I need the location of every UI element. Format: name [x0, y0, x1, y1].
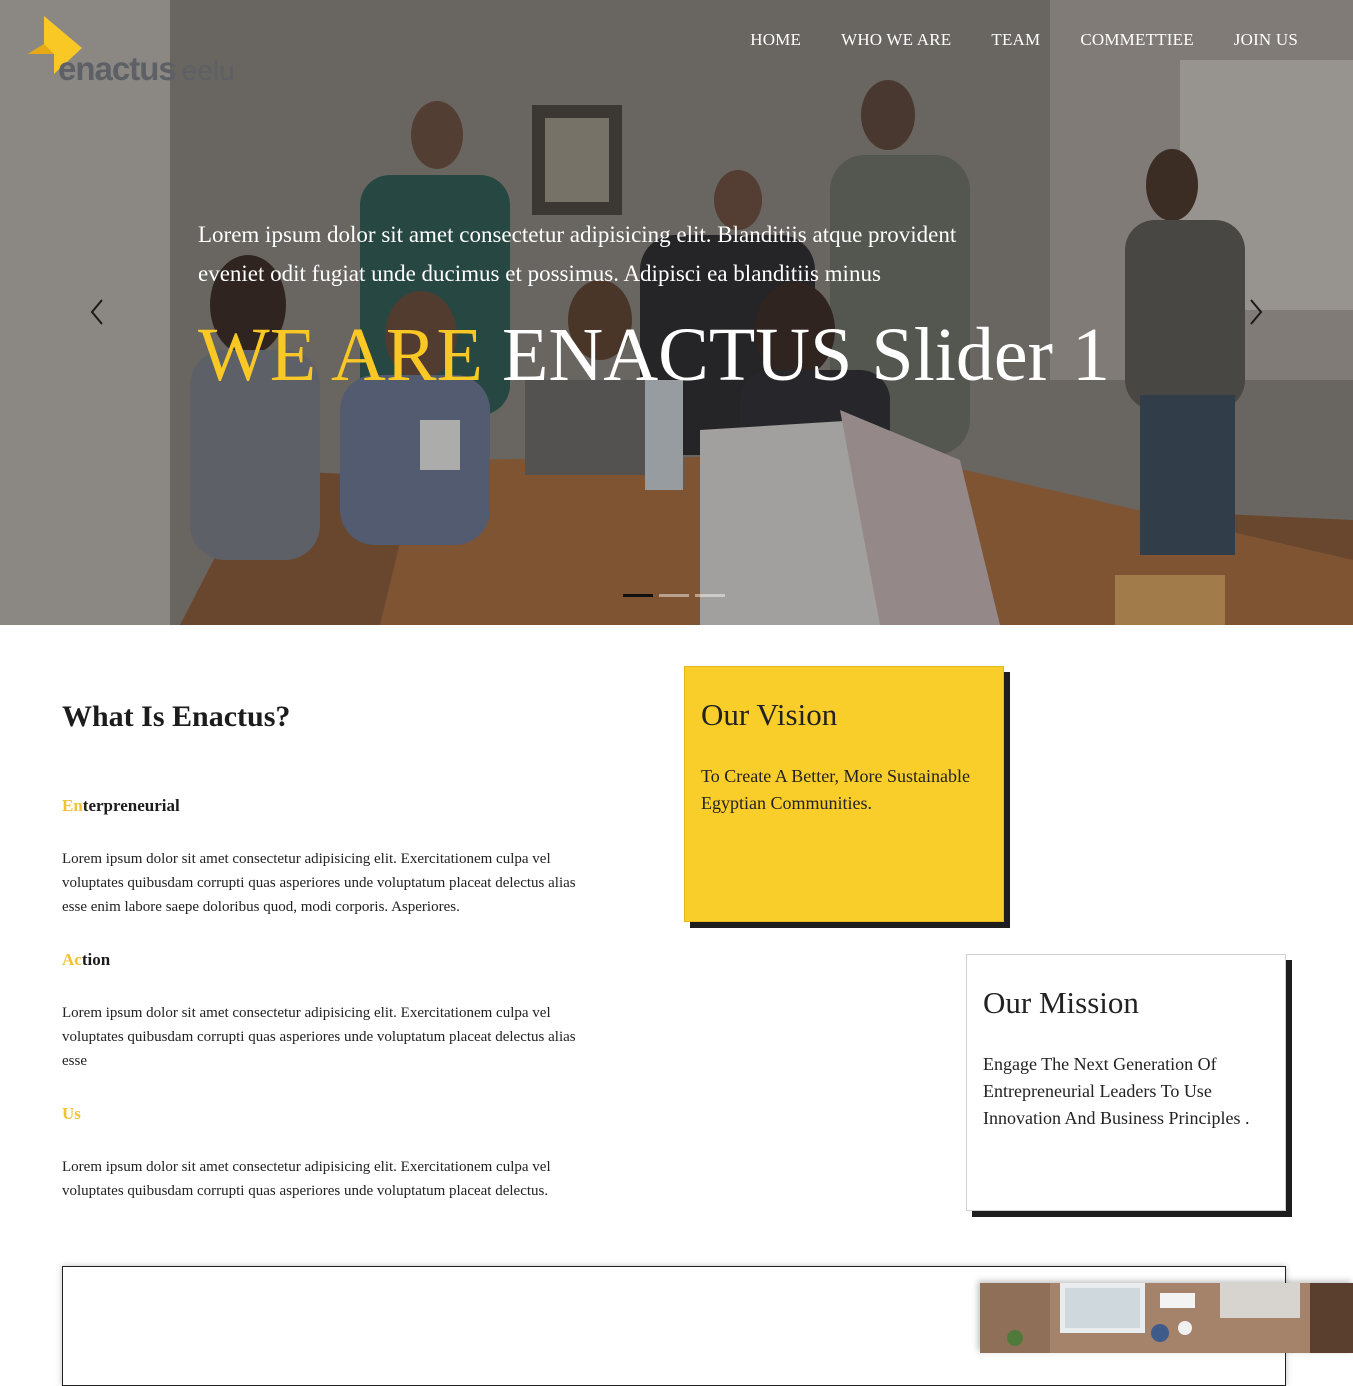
about-section: What Is Enactus? Enterpreneurial Lorem i… — [62, 700, 602, 1203]
about-paragraph: Lorem ipsum dolor sit amet consectetur a… — [62, 1159, 551, 1199]
nav-home[interactable]: HOME — [750, 30, 801, 50]
nav-team[interactable]: TEAM — [991, 30, 1040, 50]
hero-slider: enactus eelu HOME WHO WE ARE TEAM COMMETT… — [0, 0, 1353, 625]
hero-paragraph: Lorem ipsum dolor sit amet consectetur a… — [198, 222, 957, 286]
brand-name: enactus — [58, 50, 177, 87]
subheading-highlight: Ac — [62, 950, 82, 969]
hero-title-highlight: WE ARE — [198, 313, 483, 397]
slider-next-button[interactable] — [1247, 297, 1265, 327]
subheading-rest: terpreneurial — [82, 796, 180, 815]
chevron-right-icon — [1250, 299, 1263, 325]
slider-prev-button[interactable] — [88, 297, 106, 327]
slider-indicator-1[interactable] — [623, 594, 653, 597]
about-heading: What Is Enactus? — [62, 700, 291, 733]
main-nav: HOME WHO WE ARE TEAM COMMETTIEE JOIN US — [750, 30, 1298, 50]
brand-suffix: eelu — [181, 55, 235, 86]
about-subheading-us: Us — [62, 1104, 602, 1124]
about-paragraph: Lorem ipsum dolor sit amet consectetur a… — [62, 1005, 576, 1069]
brand-logo[interactable]: enactus eelu — [28, 16, 258, 92]
desk-photo — [980, 1283, 1353, 1353]
mission-card: Our Mission Engage The Next Generation O… — [966, 954, 1286, 1211]
slider-indicators — [623, 594, 725, 597]
nav-committee[interactable]: COMMETTIEE — [1080, 30, 1193, 50]
nav-join-us[interactable]: JOIN US — [1234, 30, 1298, 50]
hero-title-rest: ENACTUS Slider 1 — [501, 313, 1110, 397]
hero-title: WE ARE ENACTUS Slider 1 — [198, 310, 1110, 400]
about-subheading-action: Action — [62, 950, 602, 970]
slider-indicator-3[interactable] — [695, 594, 725, 597]
feature-image — [980, 1283, 1353, 1353]
vision-card: Our Vision To Create A Better, More Sust… — [684, 666, 1004, 922]
subheading-highlight: Us — [62, 1104, 81, 1123]
vision-text: To Create A Better, More Sustainable Egy… — [701, 766, 970, 813]
about-paragraph: Lorem ipsum dolor sit amet consectetur a… — [62, 851, 576, 915]
nav-who-we-are[interactable]: WHO WE ARE — [841, 30, 951, 50]
chevron-left-icon — [90, 299, 103, 325]
brand-wordmark: enactus eelu — [58, 50, 235, 88]
mission-title: Our Mission — [983, 985, 1139, 1020]
vision-title: Our Vision — [701, 697, 838, 732]
slider-indicator-2[interactable] — [659, 594, 689, 597]
subheading-rest: tion — [81, 950, 111, 969]
subheading-highlight: En — [62, 796, 83, 815]
mission-text: Engage The Next Generation Of Entreprene… — [983, 1054, 1250, 1128]
about-subheading-enterpreneurial: Enterpreneurial — [62, 796, 602, 816]
